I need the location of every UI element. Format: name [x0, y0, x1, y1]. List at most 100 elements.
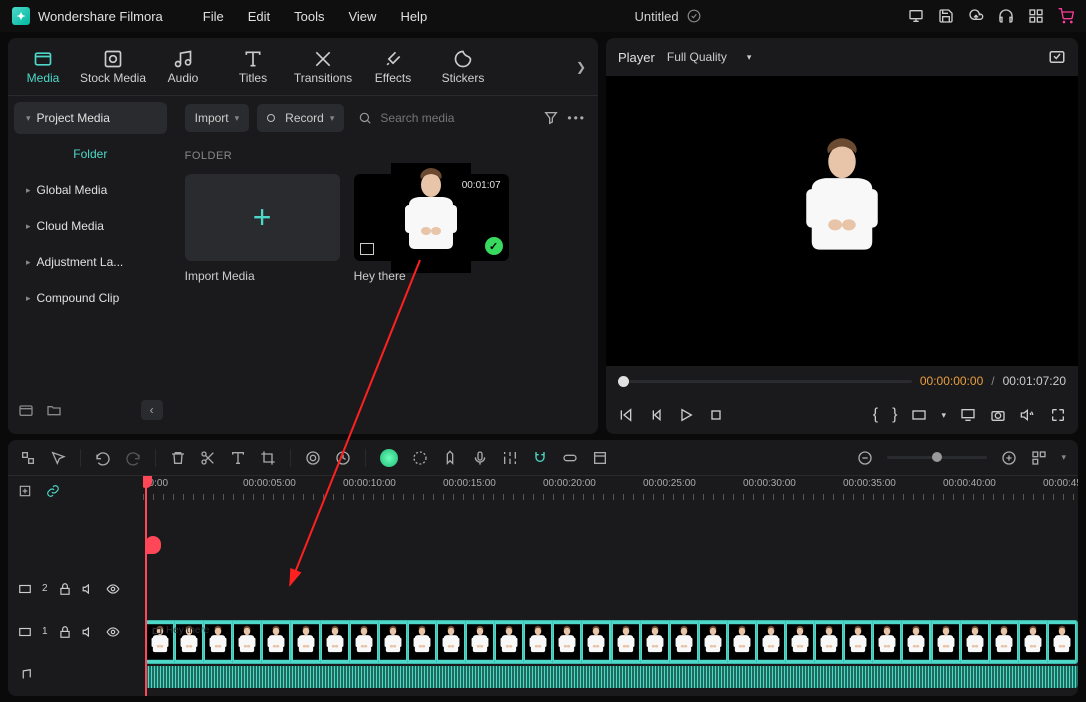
tab-effects[interactable]: Effects — [358, 38, 428, 96]
sidebar-item-adjustment-layer[interactable]: ▸Adjustment La... — [14, 246, 167, 278]
menu-file[interactable]: File — [203, 9, 224, 24]
effects-icon — [383, 49, 403, 69]
tab-stickers[interactable]: Stickers — [428, 38, 498, 96]
lock-icon[interactable] — [58, 582, 72, 596]
project-title-area: Untitled — [427, 9, 908, 24]
link-tracks-icon[interactable] — [46, 484, 60, 498]
timeline-clip[interactable]: Hey there — [145, 620, 1078, 664]
video-track-1-header[interactable]: 1 — [8, 610, 143, 653]
tab-stock-media[interactable]: Stock Media — [78, 38, 148, 96]
color-icon[interactable] — [305, 450, 321, 466]
lock-icon[interactable] — [58, 625, 72, 639]
folder-icon[interactable] — [46, 402, 62, 418]
marker[interactable] — [145, 536, 161, 554]
menu-edit[interactable]: Edit — [248, 9, 270, 24]
mixer-icon[interactable] — [502, 450, 518, 466]
magnet-icon[interactable] — [532, 450, 548, 466]
visibility-icon[interactable] — [106, 582, 120, 596]
crop-icon[interactable] — [260, 450, 276, 466]
cursor-tool-icon[interactable] — [50, 450, 66, 466]
sidebar-item-global-media[interactable]: ▸Global Media — [14, 174, 167, 206]
tab-media[interactable]: Media — [8, 38, 78, 96]
search-input[interactable] — [380, 111, 535, 125]
cart-icon[interactable] — [1058, 8, 1074, 24]
monitor-icon[interactable] — [908, 8, 924, 24]
project-name[interactable]: Untitled — [635, 9, 679, 24]
more-icon[interactable]: ••• — [567, 111, 586, 125]
stop-icon[interactable] — [708, 407, 724, 423]
marker-icon[interactable] — [442, 450, 458, 466]
sidebar-item-project-media[interactable]: ▾Project Media — [14, 102, 167, 134]
chevron-down-icon[interactable]: ▾ — [941, 410, 946, 421]
audio-track-header[interactable] — [8, 653, 143, 696]
import-media-tile[interactable]: + Import Media — [185, 174, 340, 283]
video-track-2-header[interactable]: 2 — [8, 568, 143, 611]
sidebar-item-folder[interactable]: Folder — [14, 138, 167, 170]
mark-in-icon[interactable]: { — [873, 406, 878, 424]
delete-icon[interactable] — [170, 450, 186, 466]
sidebar-item-compound-clip[interactable]: ▸Compound Clip — [14, 282, 167, 314]
render-icon[interactable] — [592, 450, 608, 466]
record-dropdown[interactable]: Record▾ — [257, 104, 344, 132]
chevron-right-icon: ▸ — [26, 221, 31, 232]
prev-frame-icon[interactable] — [618, 407, 634, 423]
chevron-down-icon[interactable]: ▾ — [1061, 452, 1066, 463]
import-dropdown[interactable]: Import▾ — [185, 104, 250, 132]
collapse-sidebar-icon[interactable]: ‹ — [141, 400, 163, 420]
apps-icon[interactable] — [1028, 8, 1044, 24]
speed-icon[interactable] — [335, 450, 351, 466]
preview-viewport[interactable] — [606, 76, 1078, 366]
tab-transitions[interactable]: Transitions — [288, 38, 358, 96]
playhead[interactable] — [145, 476, 147, 696]
mark-out-icon[interactable]: } — [892, 406, 897, 424]
mute-icon[interactable] — [82, 582, 96, 596]
media-panel: Media Stock Media Audio Titles Transitio… — [8, 38, 598, 434]
media-clip-tile[interactable]: 00:01:07 ✓ Hey there — [354, 174, 509, 283]
tab-audio[interactable]: Audio — [148, 38, 218, 96]
total-timecode: 00:01:07:20 — [1003, 374, 1066, 388]
camera-icon[interactable] — [990, 407, 1006, 423]
layout-icon[interactable] — [960, 407, 976, 423]
redo-icon[interactable] — [125, 450, 141, 466]
play-backward-icon[interactable] — [648, 407, 664, 423]
split-icon[interactable] — [200, 450, 216, 466]
link-icon[interactable] — [562, 450, 578, 466]
save-icon[interactable] — [938, 8, 954, 24]
zoom-in-icon[interactable] — [1001, 450, 1017, 466]
ai-tool-icon[interactable] — [380, 449, 398, 467]
timeline-tracks-area[interactable]: 00:0000:00:05:0000:00:10:0000:00:15:0000… — [143, 476, 1078, 696]
quality-dropdown[interactable]: Full Quality▾ — [667, 50, 752, 64]
fullscreen-icon[interactable] — [1050, 407, 1066, 423]
menu-tools[interactable]: Tools — [294, 9, 324, 24]
view-options-icon[interactable] — [1031, 450, 1047, 466]
aspect-ratio-icon[interactable] — [911, 407, 927, 423]
menu-view[interactable]: View — [348, 9, 376, 24]
timeline-audio-clip[interactable] — [145, 666, 1078, 688]
zoom-slider[interactable] — [887, 456, 987, 459]
clip-type-icon — [152, 626, 162, 636]
scrub-bar[interactable] — [618, 380, 912, 383]
text-tool-icon[interactable] — [230, 450, 246, 466]
mute-icon[interactable] — [82, 625, 96, 639]
sidebar-item-cloud-media[interactable]: ▸Cloud Media — [14, 210, 167, 242]
filter-icon[interactable] — [543, 110, 559, 126]
tab-titles[interactable]: Titles — [218, 38, 288, 96]
selection-tool-icon[interactable] — [20, 450, 36, 466]
adjust-icon[interactable] — [412, 450, 428, 466]
mic-icon[interactable] — [472, 450, 488, 466]
volume-icon[interactable] — [1020, 407, 1036, 423]
add-track-icon[interactable] — [18, 484, 32, 498]
play-icon[interactable] — [678, 407, 694, 423]
tabs-scroll-right-icon[interactable]: ❯ — [576, 60, 586, 74]
menu-help[interactable]: Help — [400, 9, 427, 24]
visibility-icon[interactable] — [106, 625, 120, 639]
timeline-ruler[interactable]: 00:0000:00:05:0000:00:10:0000:00:15:0000… — [143, 476, 1078, 506]
headphones-icon[interactable] — [998, 8, 1014, 24]
audio-track-icon — [18, 668, 32, 682]
undo-icon[interactable] — [95, 450, 111, 466]
zoom-out-icon[interactable] — [857, 450, 873, 466]
snapshot-icon[interactable] — [1048, 48, 1066, 66]
filmstrip-icon — [360, 243, 374, 255]
new-folder-icon[interactable] — [18, 402, 34, 418]
cloud-icon[interactable] — [968, 8, 984, 24]
